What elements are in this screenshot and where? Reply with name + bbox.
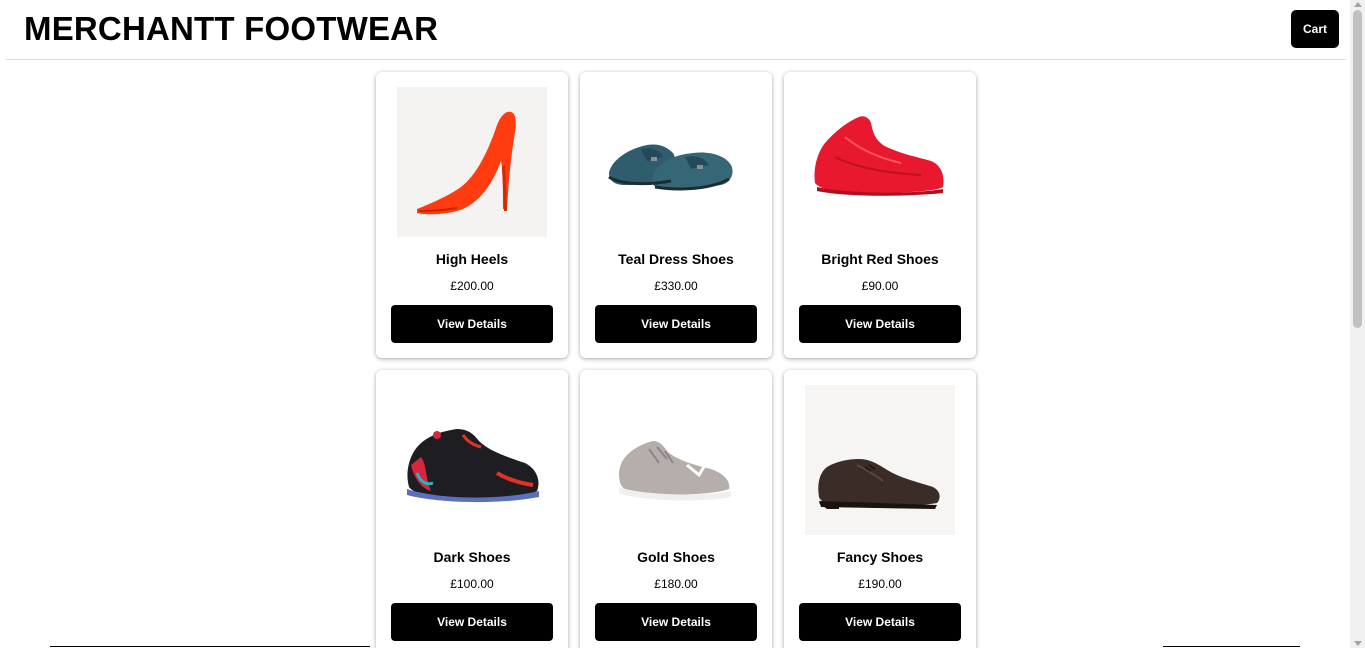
brand-title: MERCHANTT FOOTWEAR: [24, 10, 439, 47]
product-name: Teal Dress Shoes: [618, 251, 734, 267]
view-details-button[interactable]: View Details: [595, 603, 757, 641]
product-name: Dark Shoes: [433, 549, 511, 565]
footer-divider: [1163, 646, 1300, 647]
product-price: £90.00: [861, 279, 899, 293]
product-card-gold-shoes: Gold Shoes £180.00 View Details: [580, 370, 772, 648]
view-details-button[interactable]: View Details: [799, 603, 961, 641]
cart-button[interactable]: Cart: [1291, 10, 1339, 48]
view-details-button[interactable]: View Details: [799, 305, 961, 343]
high-heel-shoe-icon: [397, 87, 547, 237]
product-name: Fancy Shoes: [836, 549, 924, 565]
scroll-up-icon[interactable]: [1354, 2, 1362, 7]
product-card-dark-shoes: Dark Shoes £100.00 View Details: [376, 370, 568, 648]
view-details-button[interactable]: View Details: [391, 305, 553, 343]
product-card-teal-dress-shoes: Teal Dress Shoes £330.00 View Details: [580, 72, 772, 358]
product-price: £190.00: [858, 577, 902, 591]
site-header: MERCHANTT FOOTWEAR Cart: [6, 0, 1346, 60]
product-price: £200.00: [450, 279, 494, 293]
product-price: £180.00: [654, 577, 698, 591]
product-card-bright-red-shoes: Bright Red Shoes £90.00 View Details: [784, 72, 976, 358]
footer-divider: [50, 646, 370, 647]
loafer-shoe-icon: [601, 87, 751, 237]
view-details-button[interactable]: View Details: [391, 603, 553, 641]
product-card-fancy-shoes: Fancy Shoes £190.00 View Details: [784, 370, 976, 648]
product-price: £330.00: [654, 279, 698, 293]
oxford-shoe-icon: [805, 385, 955, 535]
scroll-down-icon[interactable]: [1354, 641, 1362, 646]
product-price: £100.00: [450, 577, 494, 591]
scrollbar-thumb[interactable]: [1353, 10, 1362, 328]
view-details-button[interactable]: View Details: [595, 305, 757, 343]
grey-trainer-icon: [601, 385, 751, 535]
product-name: Bright Red Shoes: [821, 251, 939, 267]
product-name: Gold Shoes: [637, 549, 715, 565]
product-card-high-heels: High Heels £200.00 View Details: [376, 72, 568, 358]
product-name: High Heels: [435, 251, 509, 267]
red-sneaker-icon: [805, 87, 955, 237]
black-sneaker-icon: [397, 385, 547, 535]
page-scrollbar[interactable]: [1350, 0, 1365, 648]
